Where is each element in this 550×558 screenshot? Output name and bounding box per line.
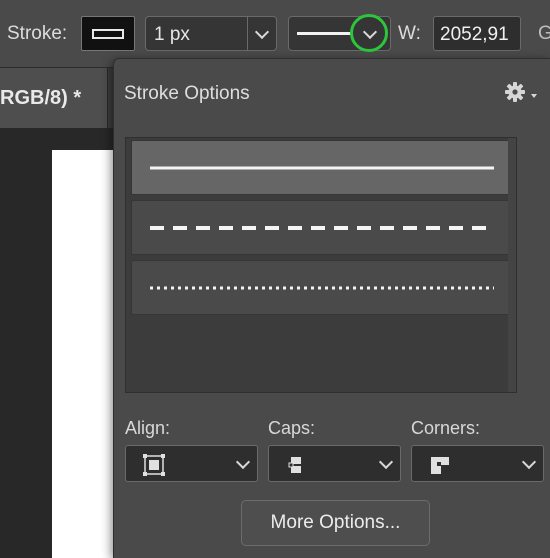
butt-cap-icon bbox=[288, 457, 307, 473]
width-input[interactable]: 2052,91 bbox=[433, 16, 521, 51]
align-dropdown[interactable] bbox=[125, 445, 258, 482]
preset-dotted[interactable] bbox=[131, 260, 512, 315]
stroke-preset-list bbox=[125, 137, 517, 393]
stroke-color-swatch[interactable] bbox=[81, 16, 135, 51]
gear-icon[interactable] bbox=[504, 79, 538, 105]
miter-join-icon bbox=[431, 457, 449, 474]
chevron-down-icon bbox=[235, 454, 251, 470]
overflow-glyph: G bbox=[538, 23, 550, 44]
width-label: W: bbox=[398, 23, 421, 44]
stroke-swatch-icon bbox=[92, 29, 124, 39]
solid-line-icon bbox=[297, 32, 353, 35]
stroke-options-panel: Stroke Options Align: Caps: Corners: Mor… bbox=[113, 58, 550, 558]
panel-title: Stroke Options bbox=[124, 83, 250, 104]
document-tab-title: RGB/8) * bbox=[0, 87, 82, 109]
align-label: Align: bbox=[125, 418, 171, 438]
stroke-width-value: 1 px bbox=[154, 24, 190, 45]
preset-dashed[interactable] bbox=[131, 200, 512, 255]
chevron-down-icon bbox=[378, 454, 394, 470]
stroke-width-field[interactable]: 1 px bbox=[145, 16, 277, 51]
caps-dropdown[interactable] bbox=[268, 445, 401, 482]
chevron-down-icon bbox=[521, 454, 537, 470]
more-options-button[interactable]: More Options... bbox=[241, 500, 430, 546]
stroke-label: Stroke: bbox=[7, 23, 68, 44]
caps-label: Caps: bbox=[268, 418, 316, 438]
highlight-circle bbox=[350, 14, 388, 52]
corners-label: Corners: bbox=[411, 418, 481, 438]
width-value: 2052,91 bbox=[440, 24, 509, 45]
preset-list-scrollbar[interactable] bbox=[508, 138, 516, 392]
preset-solid[interactable] bbox=[131, 140, 512, 195]
chevron-down-icon[interactable] bbox=[254, 24, 270, 40]
align-inside-icon bbox=[143, 454, 165, 476]
corners-dropdown[interactable] bbox=[411, 445, 544, 482]
document-tab[interactable]: RGB/8) * bbox=[0, 68, 108, 128]
